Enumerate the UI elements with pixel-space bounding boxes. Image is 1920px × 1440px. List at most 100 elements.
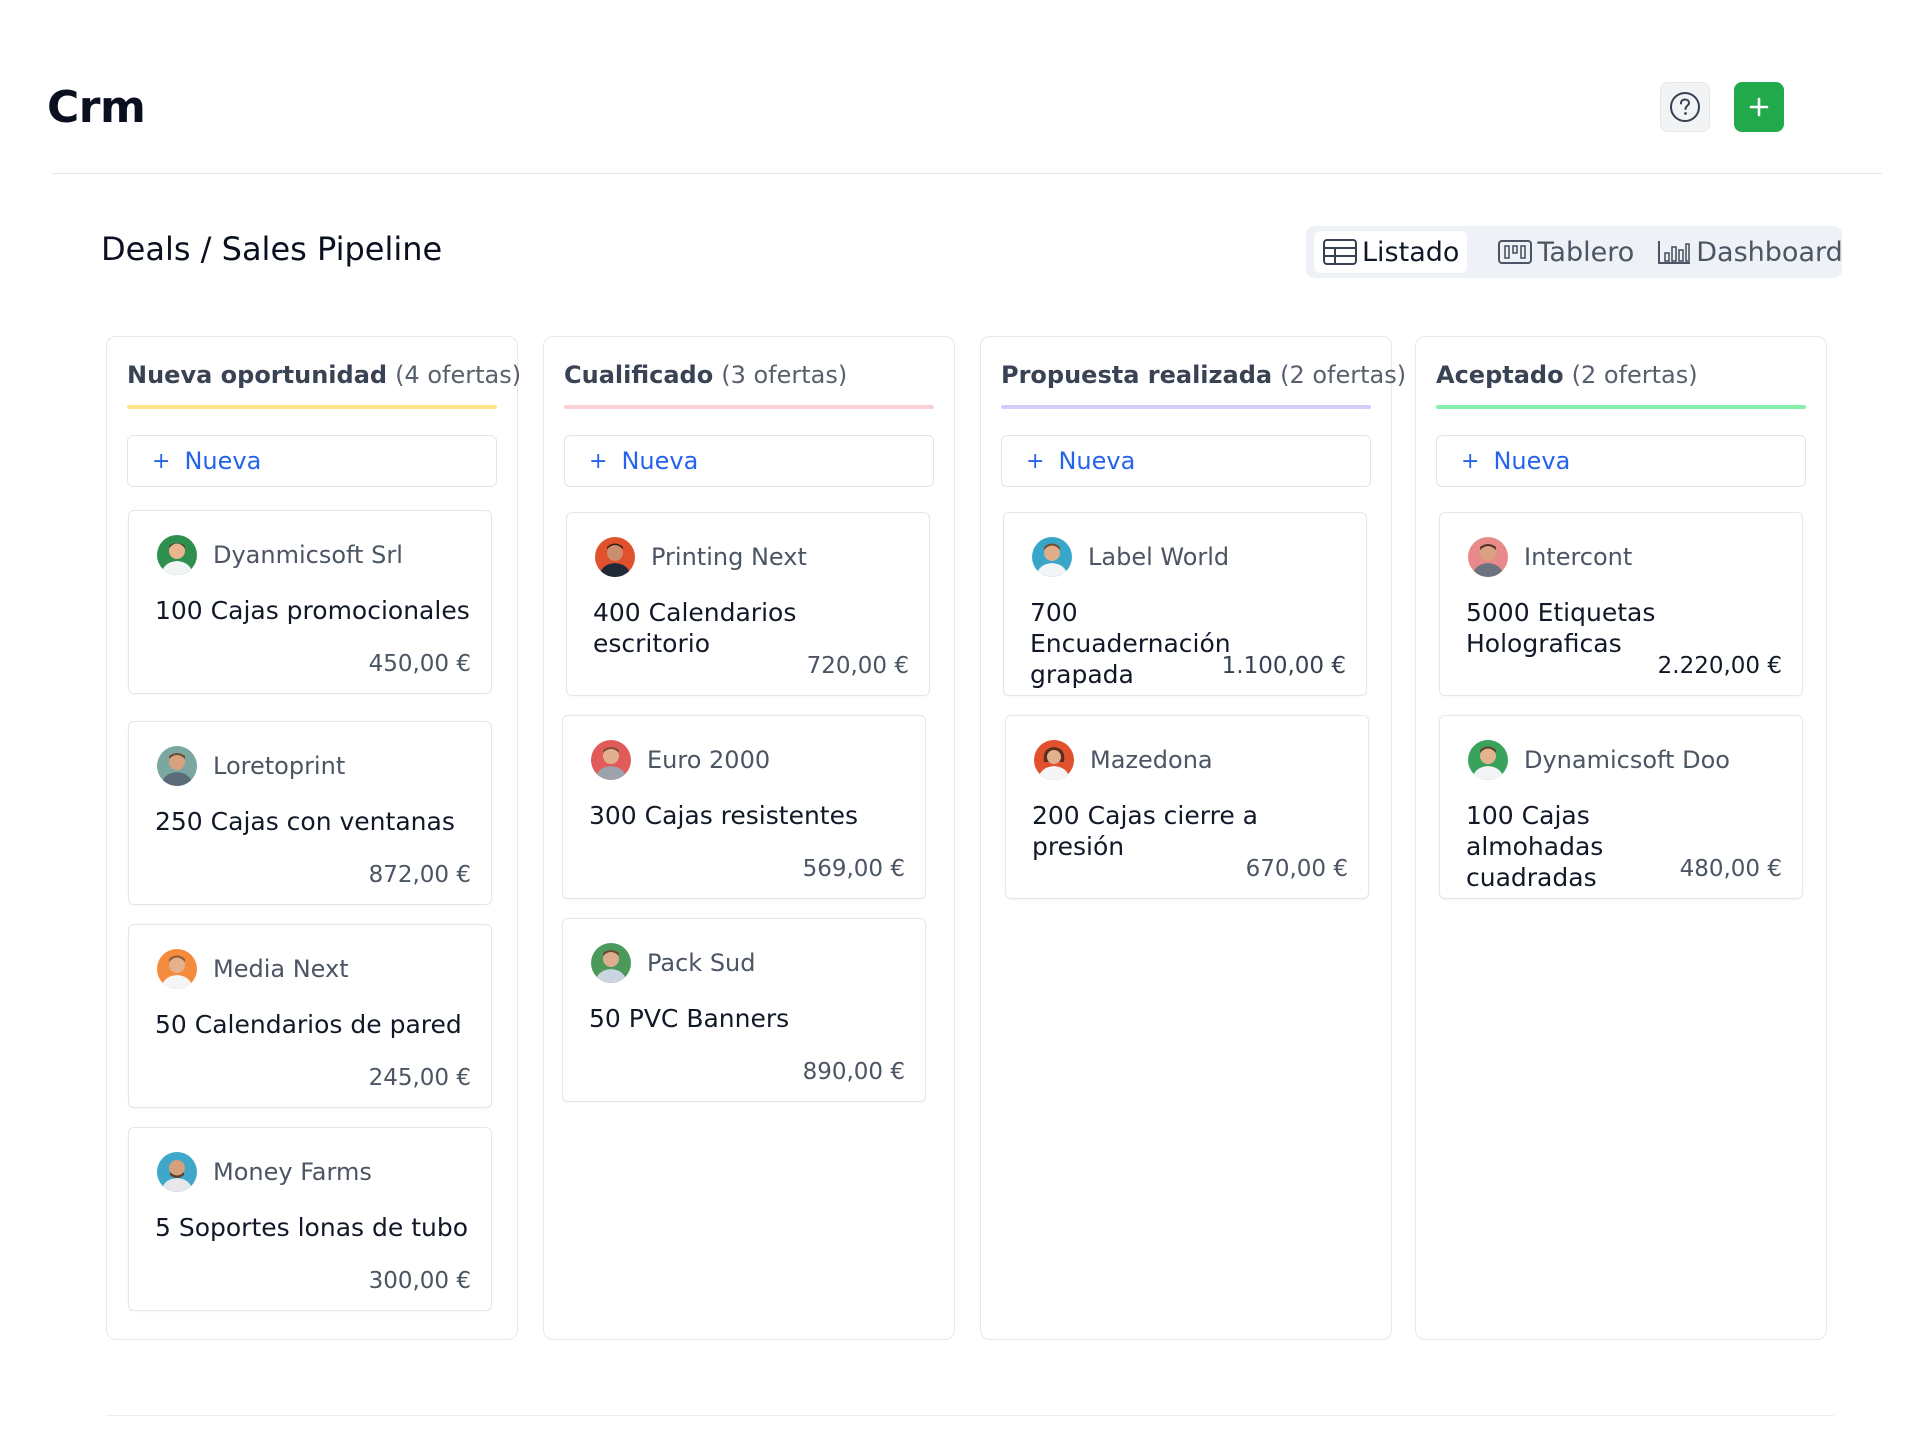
column-aceptado: Aceptado (2 ofertas) + Nueva Intercont 50… [1415,336,1827,1340]
new-deal-label: Nueva [621,447,699,475]
company-name: Dyanmicsoft Srl [213,541,403,569]
column-propuesta-realizada: Propuesta realizada (2 ofertas) + Nueva L… [980,336,1406,1340]
deal-card[interactable]: Euro 2000 300 Cajas resistentes 569,00 € [562,715,926,899]
table-icon [1323,239,1357,265]
column-accent-line [1436,405,1806,409]
new-deal-label: Nueva [1493,447,1571,475]
avatar [157,535,197,575]
plus-icon: + [152,448,171,474]
app-title: Crm [47,82,146,133]
tab-listado-label: Listado [1362,236,1460,268]
column-title: Propuesta realizada [1001,361,1273,389]
column-accent-line [127,405,497,409]
tab-listado[interactable]: Listado [1314,231,1468,273]
deal-amount: 720,00 € [806,653,909,679]
column-title: Cualificado [564,361,714,389]
company-name: Loretoprint [213,752,346,780]
help-button[interactable] [1660,82,1710,132]
bar-chart-icon [1658,241,1691,264]
deal-title: 200 Cajas cierre a presión [1032,801,1258,861]
plus-icon: + [1026,448,1045,474]
card-company: Label World [1032,537,1229,577]
plus-icon [1749,97,1769,117]
deal-title: 400 Calendarios escritorio [593,598,797,658]
column-nueva-oportunidad: Nueva oportunidad (4 ofertas) + Nueva Dya… [106,336,521,1340]
deal-amount: 300,00 € [368,1268,471,1294]
deal-amount: 450,00 € [368,651,471,677]
tab-tablero-label: Tablero [1537,236,1635,268]
deal-title: 300 Cajas resistentes [589,801,859,830]
view-switcher: Listado Tablero Dashboard [1306,226,1843,278]
column-cualificado: Cualificado (3 ofertas) + Nueva Printing … [543,336,955,1340]
new-deal-button[interactable]: + Nueva [564,435,934,487]
card-company: Pack Sud [591,943,756,983]
deal-card[interactable]: Pack Sud 50 PVC Banners 890,00 € [562,918,926,1102]
avatar [591,943,631,983]
avatar [157,746,197,786]
deal-amount: 480,00 € [1679,856,1782,882]
add-deal-button[interactable] [1734,82,1784,132]
deal-card[interactable]: Printing Next 400 Calendarios escritorio… [566,512,930,696]
deal-card[interactable]: Dyanmicsoft Srl 100 Cajas promocionales … [128,510,492,694]
deal-title: 50 Calendarios de pared [155,1010,462,1039]
deal-amount: 2.220,00 € [1657,653,1782,679]
column-accent-line [1001,405,1371,409]
avatar [591,740,631,780]
column-count: (3 ofertas) [721,361,848,389]
column-title: Nueva oportunidad [127,361,388,389]
kanban-icon [1498,240,1533,264]
deal-card[interactable]: Money Farms 5 Soportes lonas de tubo 300… [128,1127,492,1311]
column-count: (2 ofertas) [1571,361,1698,389]
new-deal-button[interactable]: + Nueva [1436,435,1806,487]
card-company: Loretoprint [157,746,345,786]
column-header: Nueva oportunidad (4 ofertas) [127,361,521,401]
company-name: Pack Sud [647,949,756,977]
card-company: Money Farms [157,1152,372,1192]
avatar [1468,740,1508,780]
column-count: (2 ofertas) [1280,361,1407,389]
company-name: Intercont [1524,543,1633,571]
breadcrumb: Deals / Sales Pipeline [101,230,443,268]
tab-dashboard[interactable]: Dashboard [1648,231,1850,273]
deal-card[interactable]: Intercont 5000 Etiquetas Holograficas 2.… [1439,512,1803,696]
company-name: Euro 2000 [647,746,771,774]
avatar [157,949,197,989]
deal-title: 5000 Etiquetas Holograficas [1466,598,1656,658]
company-name: Label World [1088,543,1230,571]
avatar [595,537,635,577]
column-header: Propuesta realizada (2 ofertas) [1001,361,1406,401]
deal-amount: 569,00 € [802,856,905,882]
deal-card[interactable]: Label World 700 Encuadernación grapada 1… [1003,512,1367,696]
card-company: Mazedona [1034,740,1213,780]
card-company: Dyanmicsoft Srl [157,535,403,575]
deal-card[interactable]: Dynamicsoft Doo 100 Cajas almohadas cuad… [1439,715,1803,899]
column-accent-line [564,405,934,409]
company-name: Media Next [213,955,349,983]
column-count: (4 ofertas) [395,361,522,389]
plus-icon: + [589,448,608,474]
question-circle-icon [1670,92,1700,122]
deal-amount: 872,00 € [368,862,471,888]
tab-dashboard-label: Dashboard [1696,236,1843,268]
crm-page: Crm Deals / Sales Pipeline Listado Table… [0,0,1920,1440]
deal-amount: 1.100,00 € [1221,653,1346,679]
deal-amount: 890,00 € [802,1059,905,1085]
deal-title: 5 Soportes lonas de tubo [155,1213,469,1242]
company-name: Printing Next [651,543,807,571]
deal-card[interactable]: Media Next 50 Calendarios de pared 245,0… [128,924,492,1108]
deal-amount: 670,00 € [1245,856,1348,882]
avatar [1032,537,1072,577]
column-header: Aceptado (2 ofertas) [1436,361,1806,401]
tab-tablero[interactable]: Tablero [1489,231,1642,273]
deal-card[interactable]: Mazedona 200 Cajas cierre a presión 670,… [1005,715,1369,899]
new-deal-button[interactable]: + Nueva [1001,435,1371,487]
new-deal-label: Nueva [1058,447,1136,475]
deal-title: 100 Cajas promocionales [155,596,470,625]
company-name: Dynamicsoft Doo [1524,746,1730,774]
new-deal-button[interactable]: + Nueva [127,435,497,487]
plus-icon: + [1461,448,1480,474]
column-header: Cualificado (3 ofertas) [564,361,934,401]
card-company: Dynamicsoft Doo [1468,740,1730,780]
deal-card[interactable]: Loretoprint 250 Cajas con ventanas 872,0… [128,721,492,905]
deal-title: 50 PVC Banners [589,1004,790,1033]
